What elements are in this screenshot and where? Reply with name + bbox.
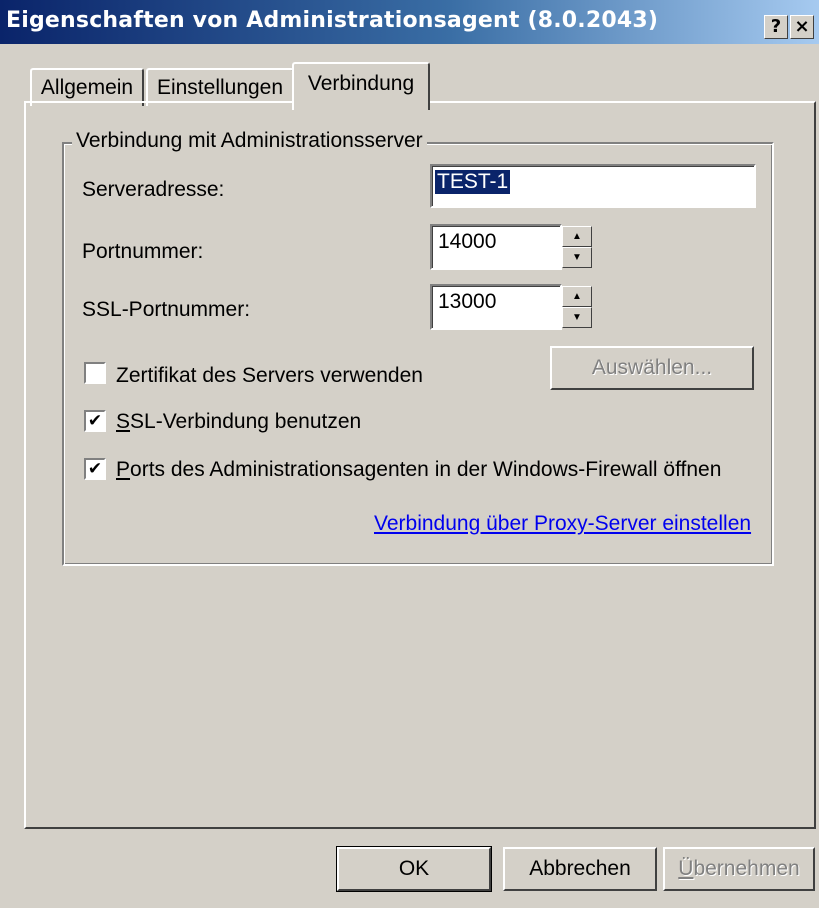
port-field[interactable]: 14000 (430, 224, 562, 270)
use-certificate-checkbox[interactable] (84, 362, 106, 384)
checkmark-icon: ✔ (87, 411, 103, 431)
ssl-port-spin-up-icon[interactable]: ▲ (562, 286, 592, 307)
close-button[interactable]: × (790, 15, 814, 39)
ssl-port-spin-down-icon[interactable]: ▼ (562, 307, 592, 328)
ssl-port-field[interactable]: 13000 (430, 284, 562, 330)
tab-verbindung[interactable]: Verbindung (292, 62, 430, 110)
ssl-port-value: 13000 (438, 290, 497, 313)
open-firewall-ports-label[interactable]: Ports des Administrationsagenten in der … (116, 458, 721, 482)
port-spin-up-icon[interactable]: ▲ (562, 226, 592, 247)
ssl-port-spinner[interactable]: ▲ ▼ (562, 286, 592, 328)
select-button[interactable]: Auswählen... (550, 346, 754, 390)
server-address-value: TEST-1 (435, 170, 511, 194)
port-label: Portnummer: (82, 240, 204, 263)
server-address-field[interactable]: TEST-1 (430, 164, 756, 208)
use-certificate-label[interactable]: Zertifikat des Servers verwenden (116, 364, 423, 388)
use-ssl-checkbox[interactable]: ✔ (84, 410, 106, 432)
title-bar[interactable]: Eigenschaften von Administrationsagent (… (0, 0, 819, 44)
open-firewall-ports-checkbox[interactable]: ✔ (84, 458, 106, 480)
window-title: Eigenschaften von Administrationsagent (… (6, 8, 659, 33)
server-address-label: Serveradresse: (82, 178, 225, 201)
checkmark-icon: ✔ (87, 459, 103, 479)
ssl-port-label: SSL-Portnummer: (82, 298, 251, 321)
apply-button[interactable]: Übernehmen (663, 847, 815, 891)
cancel-button[interactable]: Abbrechen (503, 847, 657, 891)
close-icon: × (794, 16, 810, 37)
port-spin-down-icon[interactable]: ▼ (562, 247, 592, 268)
port-spinner[interactable]: ▲ ▼ (562, 226, 592, 268)
ok-button[interactable]: OK (336, 846, 492, 892)
port-value: 14000 (438, 230, 497, 253)
groupbox-title: Verbindung mit Administrationsserver (72, 129, 427, 153)
proxy-settings-link[interactable]: Verbindung über Proxy-Server einstellen (374, 512, 751, 536)
use-ssl-label[interactable]: SSL-Verbindung benutzen (116, 410, 361, 434)
help-button[interactable]: ? (764, 15, 788, 39)
